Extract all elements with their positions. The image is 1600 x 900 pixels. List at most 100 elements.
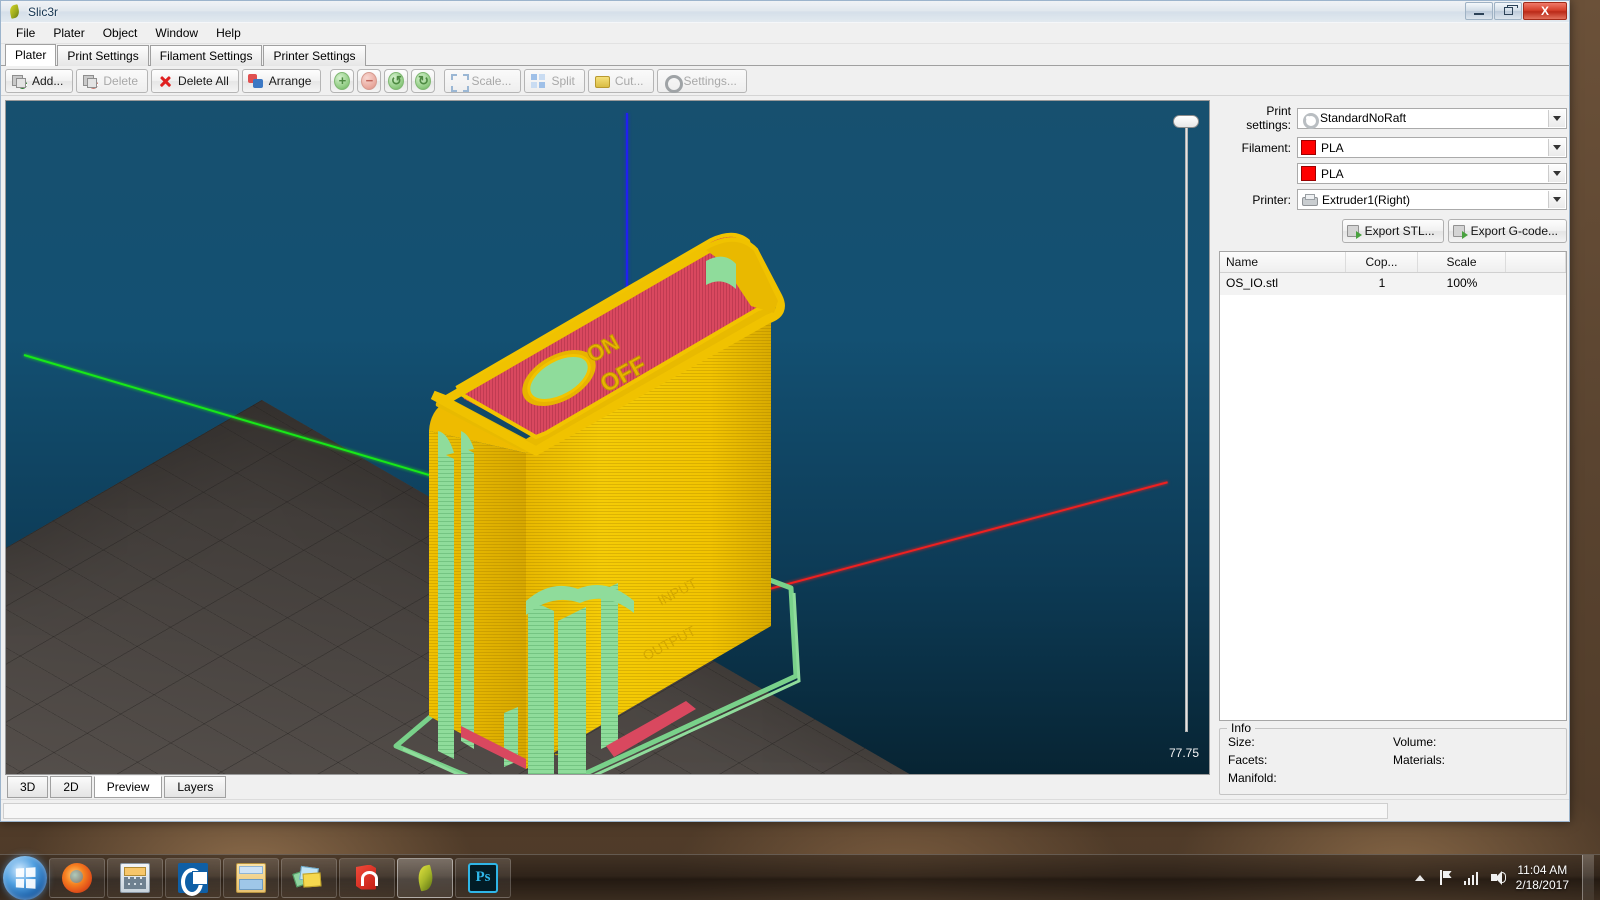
taskbar-slic3r[interactable] — [397, 858, 453, 898]
plater-toolbar: Add... Delete Delete All Arrange + − ↺ — [1, 66, 1569, 96]
menu-file[interactable]: File — [7, 24, 44, 42]
printer-icon — [1301, 193, 1317, 207]
export-stl-icon — [1347, 224, 1362, 239]
delete-object-icon — [82, 73, 98, 89]
print-settings-combobox[interactable]: StandardNoRaft — [1297, 108, 1567, 129]
layer-slider-thumb[interactable] — [1173, 115, 1199, 128]
delete-all-icon — [157, 73, 173, 89]
object-settings-button[interactable]: Settings... — [657, 69, 747, 93]
split-button[interactable]: Split — [524, 69, 584, 93]
delete-object-button[interactable]: Delete — [76, 69, 148, 93]
menu-plater[interactable]: Plater — [44, 24, 93, 42]
info-panel: Info Size: Volume: Facets: Materials: Ma… — [1219, 728, 1567, 795]
export-gcode-label: Export G-code... — [1471, 224, 1558, 238]
rotate-ccw-icon: ↺ — [388, 72, 404, 90]
filament-row-2: PLA — [1219, 163, 1567, 184]
rotate-ccw-button[interactable]: ↺ — [384, 69, 408, 93]
support-column-3 — [528, 599, 554, 775]
settings-gear-icon — [663, 73, 679, 89]
chevron-down-icon[interactable] — [1548, 139, 1565, 156]
taskbar-sketchup[interactable] — [339, 858, 395, 898]
show-hidden-icons-icon[interactable] — [1412, 870, 1429, 885]
menu-window[interactable]: Window — [146, 24, 207, 42]
taskbar-outlook[interactable] — [165, 858, 221, 898]
add-object-button[interactable]: Add... — [5, 69, 73, 93]
object-list[interactable]: Name Cop... Scale OS_IO.stl 1 100% — [1219, 251, 1567, 721]
support-column-2 — [461, 446, 474, 749]
scale-button[interactable]: Scale... — [444, 69, 521, 93]
arrange-button[interactable]: Arrange — [242, 69, 322, 93]
printer-combobox[interactable]: Extruder1(Right) — [1297, 189, 1567, 210]
menu-object[interactable]: Object — [94, 24, 147, 42]
delete-all-button[interactable]: Delete All — [151, 69, 239, 93]
layer-slider[interactable]: 77.75 — [1171, 109, 1201, 760]
delete-all-label: Delete All — [178, 74, 229, 88]
filament-combobox-2[interactable]: PLA — [1297, 163, 1567, 184]
chevron-down-icon[interactable] — [1548, 191, 1565, 208]
taskbar-photo-viewer[interactable] — [281, 858, 337, 898]
status-bar — [1, 799, 1569, 821]
rotate-cw-symbol: ↻ — [416, 73, 430, 89]
info-materials-label: Materials: — [1393, 753, 1558, 767]
print-settings-label: Print settings: — [1219, 104, 1291, 132]
clock-time: 11:04 AM — [1516, 863, 1569, 878]
gear-icon — [1301, 111, 1315, 125]
tab-layers[interactable]: Layers — [164, 776, 226, 798]
decrease-copies-icon: − — [361, 72, 377, 90]
start-orb-icon[interactable] — [3, 856, 47, 900]
increase-copies-button[interactable]: + — [330, 69, 354, 93]
delete-object-label: Delete — [103, 74, 138, 88]
cut-icon — [594, 73, 610, 89]
print-settings-row: Print settings: StandardNoRaft — [1219, 104, 1567, 132]
export-gcode-button[interactable]: Export G-code... — [1448, 219, 1567, 243]
table-row[interactable]: OS_IO.stl 1 100% — [1220, 273, 1566, 295]
tab-print-settings[interactable]: Print Settings — [57, 45, 148, 66]
taskbar-file-explorer[interactable] — [223, 858, 279, 898]
main-tabs: Plater Print Settings Filament Settings … — [1, 44, 1569, 66]
plus-symbol: + — [335, 73, 349, 89]
column-header-name[interactable]: Name — [1220, 252, 1346, 272]
chevron-down-icon[interactable] — [1548, 165, 1565, 182]
export-buttons: Export STL... Export G-code... — [1219, 219, 1567, 243]
3d-viewport[interactable]: ON OFF INPUT OUTPUT OS_IO — [5, 100, 1210, 775]
file-explorer-icon — [236, 863, 266, 893]
cell-name: OS_IO.stl — [1220, 273, 1346, 295]
add-object-label: Add... — [32, 74, 63, 88]
tab-3d[interactable]: 3D — [7, 776, 48, 798]
column-header-copies[interactable]: Cop... — [1346, 252, 1418, 272]
menu-help[interactable]: Help — [207, 24, 250, 42]
info-row-facets: Facets: Materials: — [1228, 753, 1558, 767]
taskbar-firefox[interactable] — [49, 858, 105, 898]
chevron-down-icon[interactable] — [1548, 110, 1565, 127]
tab-plater[interactable]: Plater — [5, 44, 56, 66]
taskbar-calculator[interactable] — [107, 858, 163, 898]
increase-copies-icon: + — [334, 72, 350, 90]
cut-button[interactable]: Cut... — [588, 69, 654, 93]
tab-printer-settings[interactable]: Printer Settings — [263, 45, 365, 66]
tab-filament-settings[interactable]: Filament Settings — [150, 45, 263, 66]
export-stl-button[interactable]: Export STL... — [1342, 219, 1444, 243]
taskbar-clock[interactable]: 11:04 AM 2/18/2017 — [1516, 863, 1569, 893]
rotate-cw-button[interactable]: ↻ — [411, 69, 435, 93]
settings-sidebar: Print settings: StandardNoRaft Filament:… — [1213, 96, 1577, 799]
tab-2d[interactable]: 2D — [50, 776, 91, 798]
action-center-flag-icon[interactable] — [1438, 870, 1455, 885]
network-signal-icon[interactable] — [1464, 870, 1481, 885]
volume-icon[interactable] — [1490, 870, 1507, 885]
column-header-scale[interactable]: Scale — [1418, 252, 1506, 272]
window-title: Slic3r — [28, 5, 58, 19]
tab-preview[interactable]: Preview — [94, 776, 163, 798]
window-controls: X — [1465, 2, 1567, 20]
taskbar-photoshop[interactable]: Ps — [455, 858, 511, 898]
info-row-size: Size: Volume: — [1228, 735, 1558, 749]
show-desktop-button[interactable] — [1582, 855, 1594, 900]
close-button[interactable]: X — [1523, 2, 1567, 20]
minimize-button[interactable] — [1465, 2, 1493, 20]
filament-color-swatch-1 — [1301, 140, 1316, 155]
restore-button[interactable] — [1494, 2, 1522, 20]
layer-slider-track[interactable] — [1185, 127, 1188, 732]
decrease-copies-button[interactable]: − — [357, 69, 381, 93]
split-icon — [530, 73, 546, 89]
scale-label: Scale... — [471, 74, 511, 88]
filament-combobox-1[interactable]: PLA — [1297, 137, 1567, 158]
